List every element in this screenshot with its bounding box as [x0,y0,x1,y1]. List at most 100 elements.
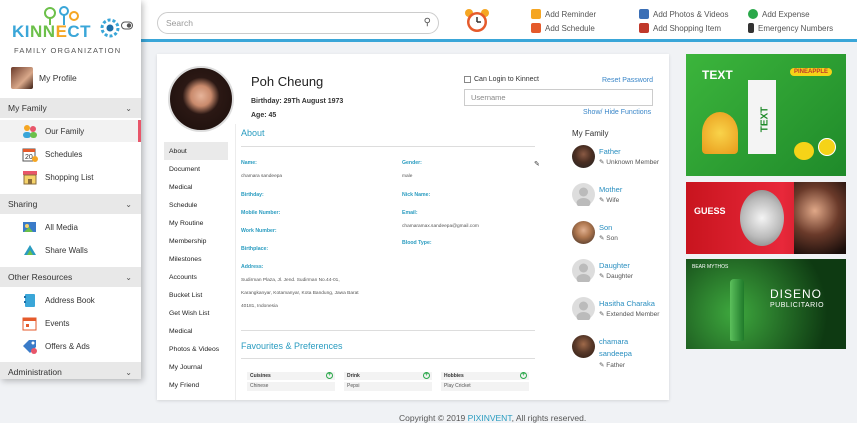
member-relation-text: Son [606,235,618,242]
footer: Copyright © 2019 PIXINVENT, All rights r… [399,413,586,423]
sidebar-item-shopping-list[interactable]: Shopping List [0,166,141,188]
divider [241,358,535,359]
tab-schedule[interactable]: Schedule [164,196,228,214]
family-member[interactable]: Mother ✎ Wife [572,181,672,211]
top-bar: Search ⚲ Add Reminder Add Schedule Add P… [141,0,857,42]
work-number-label: Work Number: [241,228,277,234]
edit-icon[interactable]: ✎ [534,160,540,168]
sidebar-item-address-book[interactable]: Address Book [0,289,141,311]
ad-brand: GUESS [694,206,726,216]
family-member[interactable]: Daughter ✎ Daughter [572,257,672,287]
gear-icon[interactable] [99,17,121,39]
tab-my-routine[interactable]: My Routine [164,214,228,232]
section-administration[interactable]: Administration ⌄ [0,362,141,379]
tab-photos-videos[interactable]: Photos & Videos [164,340,228,358]
section-title: Sharing [8,199,38,209]
avatar [11,67,33,89]
logo-tagline: FAMILY ORGANIZATION [14,46,122,55]
favourite-head: Drink [347,373,360,379]
tab-my-friend[interactable]: My Friend [164,376,228,394]
family-member[interactable]: Son ✎ Son [572,219,672,249]
sidebar-item-share-walls[interactable]: Share Walls [0,239,141,261]
family-member[interactable]: chamara sandeepa ✎ Father [572,333,672,373]
member-name[interactable]: Mother [599,184,622,196]
search-icon[interactable]: ⚲ [424,17,431,28]
footer-link[interactable]: PIXINVENT [468,413,512,423]
section-other-resources[interactable]: Other Resources ⌄ [0,267,141,287]
my-profile-link[interactable]: My Profile [0,60,141,96]
section-title: My Family [8,103,47,113]
checkbox[interactable] [464,76,471,83]
add-icon[interactable]: + [520,372,527,379]
profile-age: Age: 45 [251,112,277,119]
favourite-drink: Drink + Pepsi [344,372,432,394]
member-name[interactable]: Father [599,146,621,158]
divider [241,330,535,331]
sidebar-item-label: Offers & Ads [45,341,90,351]
ad-banner-bottle[interactable]: BEAR MYTHOS DISENO PUBLICITARIO [686,259,846,349]
search-input[interactable]: Search ⚲ [157,12,439,34]
member-avatar [572,221,595,244]
add-icon[interactable]: + [326,372,333,379]
sidebar-item-all-media[interactable]: All Media [0,216,141,238]
sidebar-item-events[interactable]: Events [0,312,141,334]
kinnect-logo[interactable]: KINNECT FAMILY ORGANIZATION [12,5,133,57]
tab-my-journal[interactable]: My Journal [164,358,228,376]
ad-title: DISENO [770,287,823,301]
member-name[interactable]: chamara sandeepa [599,336,632,360]
favourites-title: Favourites & Preferences [241,341,343,351]
expense-icon [748,9,758,19]
member-relation: ✎ Father [599,362,626,369]
add-reminder-link[interactable]: Add Reminder [531,9,596,19]
add-schedule-link[interactable]: Add Schedule [531,23,595,33]
tab-about[interactable]: About [164,142,228,160]
ad-banner-watch[interactable]: GUESS [686,182,846,254]
tab-membership[interactable]: Membership [164,232,228,250]
tab-document[interactable]: Document [164,160,228,178]
birthday-label: Birthday: [241,192,264,198]
family-member[interactable]: Hasitha Charaka ✎ Extended Member [572,295,672,325]
nick-name-label: Nick Name: [402,192,431,198]
name-label: Name: [241,160,257,166]
add-photos-videos-link[interactable]: Add Photos & Videos [639,9,728,19]
add-icon[interactable]: + [423,372,430,379]
section-sharing[interactable]: Sharing ⌄ [0,194,141,214]
emergency-numbers-link[interactable]: Emergency Numbers [748,23,833,33]
my-profile-label: My Profile [39,73,77,83]
sidebar-item-schedules[interactable]: 20 Schedules [0,143,141,165]
add-shopping-item-link[interactable]: Add Shopping Item [639,23,721,33]
photos-icon [639,9,649,19]
toggle-icon[interactable] [121,21,133,31]
tab-bucket-list[interactable]: Bucket List [164,286,228,304]
tab-medical-2[interactable]: Medical [164,322,228,340]
member-name[interactable]: Daughter [599,260,630,272]
chevron-down-icon: ⌄ [125,272,132,282]
reset-password-link[interactable]: Reset Password [602,77,653,84]
member-name[interactable]: Son [599,222,612,234]
address-label: Address: [241,264,264,270]
tab-medical[interactable]: Medical [164,178,228,196]
svg-text:20: 20 [25,154,33,161]
tab-milestones[interactable]: Milestones [164,250,228,268]
tab-accounts[interactable]: Accounts [164,268,228,286]
ad-text: TEXT [702,68,733,82]
ad-banner-juice[interactable]: TEXT TEXT PINEAPPLE [686,54,846,176]
tab-get-wish-list[interactable]: Get Wish List [164,304,228,322]
divider [235,124,236,400]
sidebar-item-our-family[interactable]: Our Family [0,120,141,142]
my-family-title: My Family [572,129,609,138]
section-my-family[interactable]: My Family ⌄ [0,98,141,118]
add-expense-link[interactable]: Add Expense [748,9,810,19]
sidebar-item-label: All Media [45,222,78,232]
sidebar-item-offers-ads[interactable]: Offers & Ads [0,335,141,357]
member-name[interactable]: Hasitha Charaka [599,298,655,310]
sidebar: KINNECT FAMILY ORGANIZATION My Profile M… [0,0,141,379]
can-login-checkbox[interactable]: Can Login to Kinnect [464,76,539,83]
alarm-clock-icon[interactable] [464,8,490,34]
member-relation-text: Unknown Member [606,159,660,166]
gender-value: male [402,174,413,179]
family-member[interactable]: Father ✎ Unknown Member [572,143,672,173]
member-relation-text: Daughter [606,273,634,280]
show-hide-functions-link[interactable]: Show/ Hide Functions [583,109,651,116]
username-field[interactable]: Username [464,89,653,106]
